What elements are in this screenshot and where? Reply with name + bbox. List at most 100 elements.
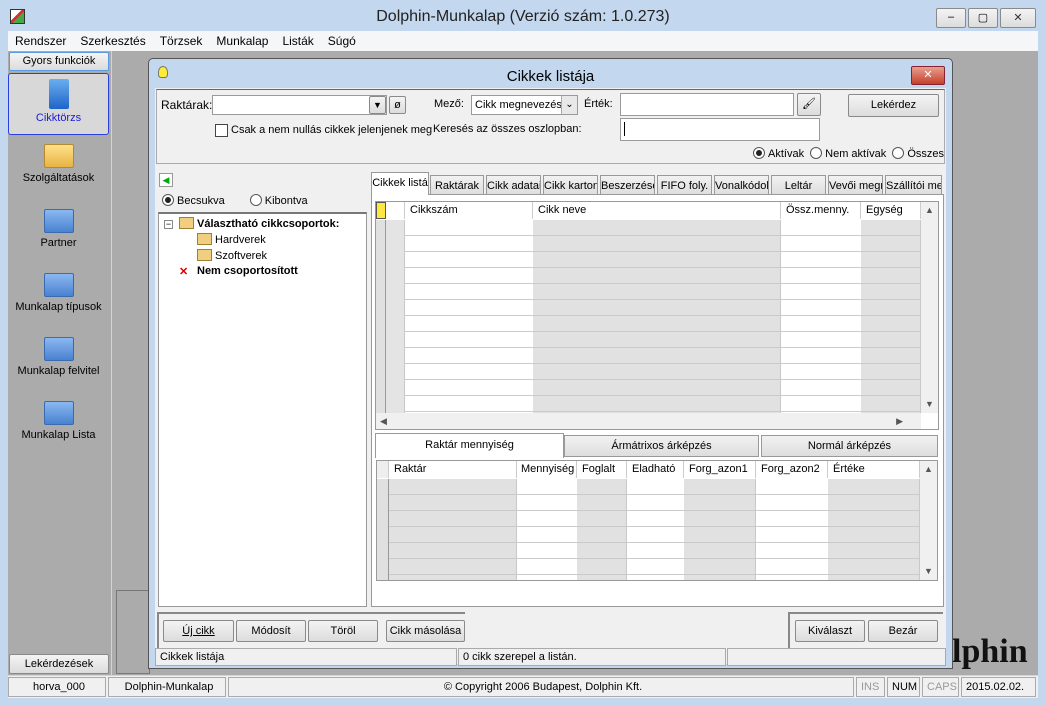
nonzero-checkbox[interactable]	[215, 124, 228, 137]
dialog-close-button[interactable]: ✕	[911, 66, 945, 85]
worksheet-list-icon	[43, 401, 74, 425]
maximize-button[interactable]: ▢	[968, 8, 998, 28]
sidebar-item-munkalap-felvitel[interactable]: Munkalap felvitel	[8, 331, 109, 393]
menu-torzsek[interactable]: Törzsek	[160, 31, 203, 51]
menu-rendszer[interactable]: Rendszer	[15, 31, 66, 51]
tab-raktarak[interactable]: Raktárak	[430, 175, 484, 195]
tab-vevoi-megr[interactable]: Vevői megr	[828, 175, 883, 195]
radio-kibontva[interactable]: Kibontva	[249, 194, 308, 207]
col-header-eladhato[interactable]: Eladható	[627, 461, 684, 478]
minimize-button[interactable]: ‒	[936, 8, 966, 28]
grid-header-blank	[386, 202, 405, 219]
no-group-icon: ✕	[179, 266, 189, 278]
tab-szallitoi-megr[interactable]: Szállítói meg	[885, 175, 942, 195]
raktarak-dropdown-arrow[interactable]: ▼	[369, 96, 386, 114]
col-header-ossz-menny[interactable]: Össz.menny.	[781, 202, 861, 219]
tab-leltar[interactable]: Leltár	[771, 175, 826, 195]
new-item-button[interactable]: Új cikk	[163, 620, 234, 642]
menu-sugo[interactable]: Súgó	[328, 31, 356, 51]
sidebar-item-partner[interactable]: Partner	[8, 203, 109, 265]
copy-item-button[interactable]: Cikk másolása	[386, 620, 465, 642]
sidebar-footer-lekerdezesek[interactable]: Lekérdezések	[9, 654, 109, 674]
menu-bar: Rendszer Szerkesztés Törzsek Munkalap Li…	[8, 31, 1038, 51]
status-caps: CAPS	[922, 677, 959, 697]
menu-szerkesztes[interactable]: Szerkesztés	[80, 31, 145, 51]
col-header-erteke[interactable]: Értéke	[828, 461, 920, 478]
folder-open-icon	[179, 217, 194, 229]
tree-mode-radio-group: Becsukva Kibontva	[162, 194, 308, 207]
radio-becsukva[interactable]: Becsukva	[162, 194, 225, 207]
sidebar-item-munkalap-tipusok[interactable]: Munkalap típusok	[8, 267, 109, 329]
menu-listak[interactable]: Listák	[282, 31, 313, 51]
raktarak-dropdown[interactable]	[212, 95, 387, 115]
close-button[interactable]: ✕	[1000, 8, 1036, 28]
dialog-status-left: Cikkek listája	[155, 648, 457, 666]
col-header-forg-azon1[interactable]: Forg_azon1	[684, 461, 756, 478]
search-all-input[interactable]	[620, 118, 820, 141]
horizontal-scrollbar[interactable]: ◀ ▶	[376, 413, 921, 429]
sidebar-item-munkalap-lista[interactable]: Munkalap Lista	[8, 395, 109, 457]
tree-expand-toggle[interactable]: −	[164, 220, 173, 229]
radio-osszes[interactable]: Összes	[892, 147, 944, 160]
status-copyright: © Copyright 2006 Budapest, Dolphin Kft.	[228, 677, 854, 697]
dialog-title: Cikkek listája	[506, 68, 595, 85]
menu-munkalap[interactable]: Munkalap	[216, 31, 268, 51]
close-dialog-button[interactable]: Bezár	[868, 620, 938, 642]
status-filter-radio-group: Aktívak Nem aktívak Összes	[753, 147, 944, 160]
tab-normal-arkepzes[interactable]: Normál árképzés	[761, 435, 938, 457]
tree-item-nem-csoportositott[interactable]: ✕ Nem csoportosított	[179, 265, 298, 278]
col-header-cikk-neve[interactable]: Cikk neve	[533, 202, 781, 219]
col-header-egyseg[interactable]: Egység	[861, 202, 921, 219]
col-header-raktar[interactable]: Raktár	[389, 461, 517, 478]
window-title: Dolphin-Munkalap (Verzió szám: 1.0.273)	[376, 8, 670, 25]
collapse-left-button[interactable]: ◀	[159, 173, 173, 187]
background-panel	[116, 590, 150, 674]
tab-cikk-adatai[interactable]: Cikk adatai	[486, 175, 541, 195]
radio-nem-aktivak[interactable]: Nem aktívak	[810, 147, 886, 160]
dialog-status-right	[727, 648, 946, 666]
ertek-input[interactable]	[620, 93, 794, 116]
edit-button[interactable]: Módosít	[236, 620, 306, 642]
tab-fifo[interactable]: FIFO foly.	[657, 175, 712, 195]
sidebar-item-cikktorzs[interactable]: Cikktörzs	[8, 73, 109, 135]
col-header-mennyiseg[interactable]: Mennyiség	[517, 461, 577, 478]
mezo-label: Mező:	[434, 98, 464, 110]
delete-button[interactable]: Töröl	[308, 620, 378, 642]
tree-item-szoftverek[interactable]: Szoftverek	[197, 249, 267, 262]
tab-cikk-karton[interactable]: Cikk karton	[543, 175, 598, 195]
raktarak-label: Raktárak:	[161, 98, 213, 112]
ertek-clear-icon[interactable]: 🖌	[797, 93, 821, 116]
mezo-chevron-icon[interactable]: ⌄	[561, 96, 577, 114]
nonzero-label: Csak a nem nullás cikkek jelenjenek meg	[231, 124, 433, 136]
status-num: NUM	[887, 677, 920, 697]
worksheet-entry-icon	[43, 337, 74, 361]
grid-indicator-header	[376, 202, 386, 219]
col-header-cikkszam[interactable]: Cikkszám	[405, 202, 533, 219]
raktar-mennyiseg-grid[interactable]: Raktár Mennyiség Foglalt Eladható Forg_a…	[376, 460, 938, 581]
lower-vertical-scrollbar[interactable]: ▲ ▼	[920, 461, 937, 580]
tab-armatrixos-arkepzes[interactable]: Ármátrixos árképzés	[564, 435, 759, 457]
folder-icon	[43, 144, 74, 168]
tree-root[interactable]: Választható cikkcsoportok:	[179, 217, 339, 230]
folder-icon	[197, 249, 212, 261]
tree-item-hardverek[interactable]: Hardverek	[197, 233, 266, 246]
col-header-forg-azon2[interactable]: Forg_azon2	[756, 461, 828, 478]
select-button[interactable]: Kiválaszt	[795, 620, 865, 642]
tab-vonalkodok[interactable]: Vonalkódok	[714, 175, 769, 195]
sidebar-item-szolgaltatasok[interactable]: Szolgáltatások	[8, 138, 109, 200]
tab-beszerzese[interactable]: Beszerzése	[600, 175, 655, 195]
sidebar-header[interactable]: Gyors funkciók	[9, 52, 109, 71]
background-logo: lphin	[952, 633, 1028, 670]
lekerdez-button[interactable]: Lekérdez	[848, 94, 939, 117]
col-header-foglalt[interactable]: Foglalt	[577, 461, 627, 478]
ertek-label: Érték:	[584, 98, 613, 110]
dialog-status-count: 0 cikk szerepel a listán.	[458, 648, 726, 666]
cikkek-grid[interactable]: Cikkszám Cikk neve Össz.menny. Egység ▲ ▼…	[375, 201, 939, 430]
vertical-scrollbar[interactable]: ▲ ▼	[921, 202, 938, 413]
status-ins: INS	[856, 677, 885, 697]
tab-raktar-mennyiseg[interactable]: Raktár mennyiség	[375, 433, 564, 458]
radio-aktivak[interactable]: Aktívak	[753, 147, 804, 160]
status-app: Dolphin-Munkalap	[108, 677, 226, 697]
tab-cikkek-listaja[interactable]: Cikkek listá	[371, 172, 429, 195]
raktarak-clear-button[interactable]: ø	[389, 96, 406, 114]
